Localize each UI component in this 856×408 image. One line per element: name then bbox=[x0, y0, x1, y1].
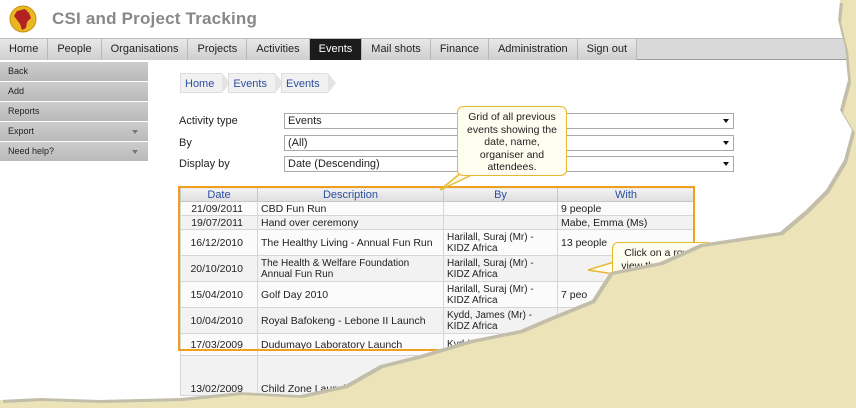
table-row[interactable]: 19/07/2011 Hand over ceremony Mabe, Emma… bbox=[180, 215, 695, 230]
column-header-by[interactable]: By bbox=[443, 187, 558, 202]
nav-events[interactable]: Events bbox=[309, 39, 363, 60]
chevron-down-icon bbox=[723, 162, 729, 166]
sidebar-item-label: Need help? bbox=[8, 146, 55, 156]
sidebar-item-label: Back bbox=[8, 66, 29, 76]
sidebar-item-label: Add bbox=[8, 86, 25, 96]
cell-description: CBD Fun Run bbox=[257, 201, 444, 216]
cell-by bbox=[443, 215, 558, 230]
sidebar-item-add[interactable]: Add bbox=[0, 82, 148, 102]
sidebar-item-label: Reports bbox=[8, 106, 40, 116]
sidebar-item-export[interactable]: Export bbox=[0, 122, 148, 142]
grid-header-row: Date Description By With bbox=[180, 187, 695, 202]
cell-description: Dudumayo Laboratory Launch bbox=[257, 333, 444, 356]
nav-people[interactable]: People bbox=[48, 39, 102, 60]
cell-by bbox=[443, 201, 558, 216]
activity-type-label: Activity type bbox=[179, 115, 238, 127]
cell-date: 15/04/2010 bbox=[180, 281, 258, 308]
app-title: CSI and Project Tracking bbox=[52, 9, 258, 28]
cell-by: Harilall, Suraj (Mr) - KIDZ Africa bbox=[443, 281, 558, 308]
nav-projects[interactable]: Projects bbox=[188, 39, 248, 60]
nav-administration[interactable]: Administration bbox=[488, 39, 578, 60]
cell-date: 17/03/2009 bbox=[180, 333, 258, 356]
cell-description: Golf Day 2010 bbox=[257, 281, 444, 308]
sidebar: Back Add Reports Export Need help? bbox=[0, 62, 148, 162]
cell-description: Hand over ceremony bbox=[257, 215, 444, 230]
cell-description: The Healthy Living - Annual Fun Run bbox=[257, 229, 444, 256]
sidebar-item-reports[interactable]: Reports bbox=[0, 102, 148, 122]
cell-with: 9 people bbox=[557, 201, 695, 216]
cell-date: 21/09/2011 bbox=[180, 201, 258, 216]
cell-date: 20/10/2010 bbox=[180, 255, 258, 282]
by-label: By bbox=[179, 137, 192, 149]
column-header-with[interactable]: With bbox=[557, 187, 695, 202]
cell-with: Mabe, Emma (Ms) bbox=[557, 215, 695, 230]
column-header-description[interactable]: Description bbox=[257, 187, 444, 202]
breadcrumb: Home Events Events bbox=[180, 73, 336, 93]
cell-description: Royal Bafokeng - Lebone II Launch bbox=[257, 307, 444, 334]
cell-by: Harilall, Suraj (Mr) - KIDZ Africa bbox=[443, 229, 558, 256]
grid-description-callout: Grid of all previous events showing the … bbox=[457, 106, 567, 176]
breadcrumb-home[interactable]: Home bbox=[180, 73, 231, 93]
cell-date: 16/12/2010 bbox=[180, 229, 258, 256]
nav-home[interactable]: Home bbox=[0, 39, 49, 60]
column-header-date[interactable]: Date bbox=[180, 187, 258, 202]
display-by-value: Date (Descending) bbox=[288, 158, 380, 170]
nav-activities[interactable]: Activities bbox=[247, 39, 310, 60]
main-nav: Home People Organisations Projects Activ… bbox=[0, 38, 852, 60]
sidebar-item-back[interactable]: Back bbox=[0, 62, 148, 82]
table-row[interactable]: 21/09/2011 CBD Fun Run 9 people bbox=[180, 201, 695, 216]
chevron-down-icon bbox=[132, 130, 138, 134]
breadcrumb-events-current[interactable]: Events bbox=[280, 73, 336, 93]
title-bar: CSI and Project Tracking bbox=[0, 0, 852, 38]
cell-by: Harilall, Suraj (Mr) - KIDZ Africa bbox=[443, 255, 558, 282]
sidebar-item-label: Export bbox=[8, 126, 35, 136]
chevron-down-icon bbox=[132, 150, 138, 154]
africa-logo-icon bbox=[9, 5, 37, 33]
display-by-label: Display by bbox=[179, 158, 230, 170]
chevron-down-icon bbox=[723, 119, 729, 123]
sidebar-item-need-help[interactable]: Need help? bbox=[0, 142, 148, 162]
by-value: (All) bbox=[288, 137, 308, 149]
activity-type-value: Events bbox=[288, 115, 322, 127]
nav-finance[interactable]: Finance bbox=[430, 39, 489, 60]
cell-date: 10/04/2010 bbox=[180, 307, 258, 334]
breadcrumb-events[interactable]: Events bbox=[228, 73, 283, 93]
nav-sign-out[interactable]: Sign out bbox=[577, 39, 638, 60]
cell-date: 19/07/2011 bbox=[180, 215, 258, 230]
nav-mail-shots[interactable]: Mail shots bbox=[362, 39, 431, 60]
nav-organisations[interactable]: Organisations bbox=[101, 39, 189, 60]
cell-date: 13/02/2009 bbox=[180, 355, 258, 396]
chevron-down-icon bbox=[723, 141, 729, 145]
cell-description: The Health & Welfare Foundation Annual F… bbox=[257, 255, 444, 282]
